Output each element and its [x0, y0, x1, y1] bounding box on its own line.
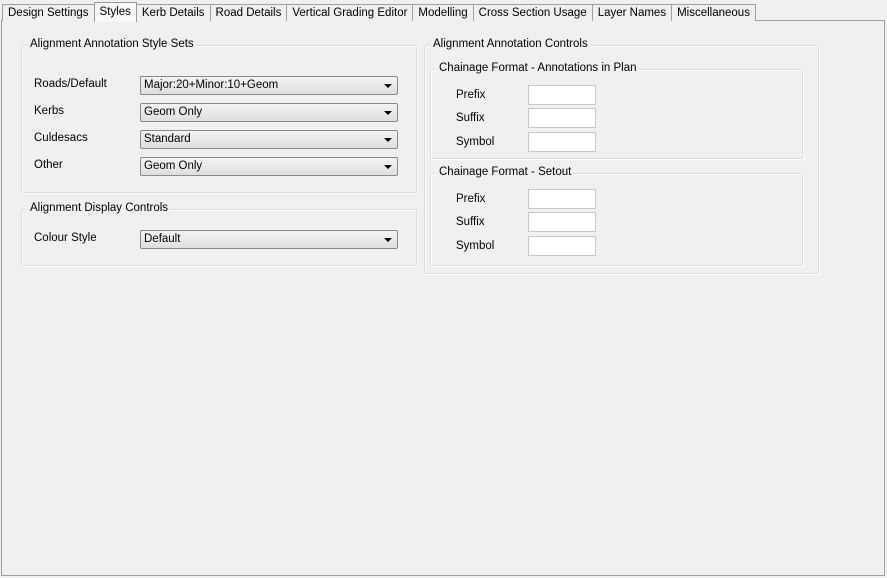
- group-title: Chainage Format - Annotations in Plan: [437, 62, 639, 74]
- chevron-down-icon: [384, 111, 392, 115]
- plan-prefix-label: Prefix: [456, 89, 486, 101]
- plan-suffix-input[interactable]: [528, 108, 596, 128]
- culdesacs-combo[interactable]: Standard: [140, 130, 398, 149]
- plan-symbol-label: Symbol: [456, 136, 495, 148]
- colour-style-label: Colour Style: [34, 232, 97, 244]
- plan-symbol-input[interactable]: [528, 132, 596, 152]
- setout-symbol-label: Symbol: [456, 240, 495, 252]
- tab-modelling[interactable]: Modelling: [412, 4, 474, 21]
- combo-value: Default: [144, 233, 181, 245]
- combo-value: Geom Only: [144, 106, 203, 118]
- tab-road-details[interactable]: Road Details: [209, 4, 288, 21]
- tab-cross-section-usage[interactable]: Cross Section Usage: [472, 4, 593, 21]
- group-title: Chainage Format - Setout: [437, 166, 574, 178]
- plan-prefix-input[interactable]: [528, 85, 596, 105]
- chevron-down-icon: [384, 84, 392, 88]
- tab-kerb-details[interactable]: Kerb Details: [135, 4, 211, 21]
- combo-value: Major:20+Minor:10+Geom: [144, 79, 279, 91]
- roads-default-label: Roads/Default: [34, 78, 107, 90]
- group-title: Alignment Annotation Style Sets: [28, 38, 196, 50]
- setout-suffix-input[interactable]: [528, 212, 596, 232]
- chevron-down-icon: [384, 138, 392, 142]
- other-combo[interactable]: Geom Only: [140, 157, 398, 176]
- tab-design-settings[interactable]: Design Settings: [2, 4, 95, 21]
- colour-style-combo[interactable]: Default: [140, 230, 398, 249]
- chevron-down-icon: [384, 238, 392, 242]
- tab-bar: Design Settings Styles Kerb Details Road…: [2, 2, 756, 22]
- other-label: Other: [34, 159, 63, 171]
- setout-suffix-label: Suffix: [456, 216, 485, 228]
- tab-layer-names[interactable]: Layer Names: [591, 4, 673, 21]
- chainage-setout-group: Chainage Format - Setout: [430, 166, 803, 266]
- combo-value: Geom Only: [144, 160, 203, 172]
- plan-suffix-label: Suffix: [456, 112, 485, 124]
- chevron-down-icon: [384, 165, 392, 169]
- tab-vertical-grading-editor[interactable]: Vertical Grading Editor: [286, 4, 414, 21]
- roads-default-combo[interactable]: Major:20+Minor:10+Geom: [140, 76, 398, 95]
- setout-prefix-input[interactable]: [528, 189, 596, 209]
- combo-value: Standard: [144, 133, 191, 145]
- setout-prefix-label: Prefix: [456, 193, 486, 205]
- culdesacs-label: Culdesacs: [34, 132, 88, 144]
- tab-miscellaneous[interactable]: Miscellaneous: [671, 4, 756, 21]
- kerbs-label: Kerbs: [34, 105, 65, 117]
- setout-symbol-input[interactable]: [528, 236, 596, 256]
- group-title: Alignment Annotation Controls: [431, 38, 590, 50]
- kerbs-combo[interactable]: Geom Only: [140, 103, 398, 122]
- group-title: Alignment Display Controls: [28, 202, 171, 214]
- tab-styles[interactable]: Styles: [93, 2, 137, 22]
